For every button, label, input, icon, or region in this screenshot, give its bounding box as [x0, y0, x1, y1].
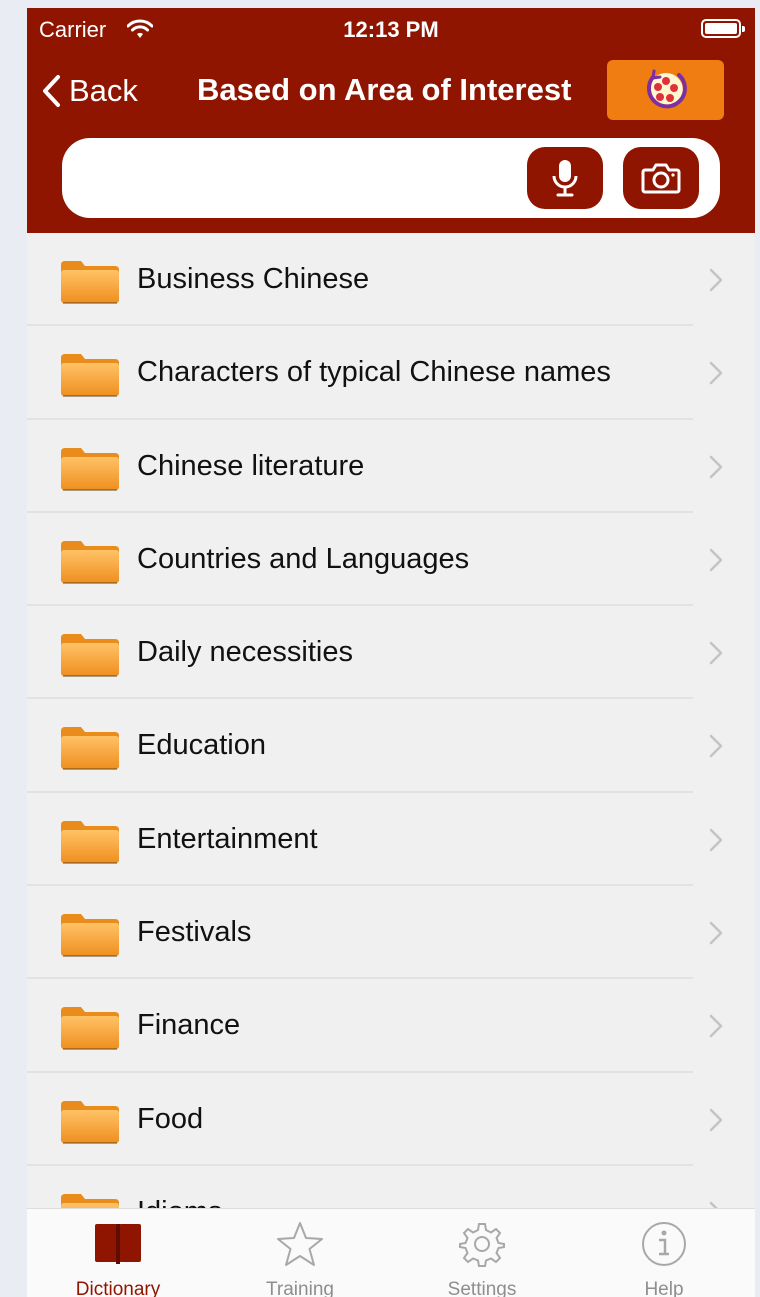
list-item-label: Festivals	[137, 916, 252, 949]
chevron-right-icon	[709, 734, 723, 758]
chevron-right-icon	[709, 828, 723, 852]
list-item-label: Characters of typical Chinese names	[137, 356, 611, 389]
voice-search-button[interactable]	[527, 147, 603, 209]
chevron-right-icon	[709, 1014, 723, 1038]
folder-icon	[59, 723, 121, 771]
list-item-label: Education	[137, 729, 266, 762]
camera-icon	[641, 163, 681, 194]
status-time: 12:13 PM	[343, 17, 439, 42]
back-label: Back	[69, 73, 138, 108]
list-item[interactable]: Education	[27, 699, 755, 794]
tab-training[interactable]: Training	[209, 1209, 391, 1297]
tab-dictionary[interactable]: Dictionary	[27, 1209, 209, 1297]
book-icon	[88, 1219, 148, 1269]
chevron-right-icon	[709, 548, 723, 572]
back-button[interactable]: Back	[41, 70, 138, 112]
list-item[interactable]: Characters of typical Chinese names	[27, 326, 755, 420]
list-item[interactable]: Festivals	[27, 886, 755, 980]
list-item-label: Food	[137, 1102, 204, 1135]
list-item-label: Entertainment	[137, 822, 318, 855]
category-list: Business Chinese Characters of typical Ch…	[27, 233, 755, 1208]
folder-icon	[59, 444, 121, 492]
chevron-right-icon	[709, 1201, 723, 1208]
tab-bar: Dictionary Training Settings Help	[27, 1208, 755, 1297]
list-item-label: Finance	[137, 1009, 241, 1042]
tab-label: Training	[266, 1279, 334, 1297]
list-item[interactable]: Chinese literature	[27, 420, 755, 514]
list-item[interactable]: Countries and Languages	[27, 513, 755, 607]
chevron-right-icon	[709, 921, 723, 945]
search-bar	[62, 138, 720, 218]
chevron-right-icon	[709, 1108, 723, 1132]
folder-icon	[59, 537, 121, 585]
tab-label: Settings	[447, 1279, 517, 1297]
folder-icon	[59, 1190, 121, 1208]
gear-icon	[452, 1219, 512, 1269]
chevron-right-icon	[709, 268, 723, 292]
folder-icon	[59, 1003, 121, 1051]
film-reel-icon	[646, 69, 687, 109]
info-icon	[634, 1219, 694, 1269]
list-item[interactable]: Finance	[27, 979, 755, 1073]
list-item[interactable]: Food	[27, 1073, 755, 1167]
chevron-right-icon	[709, 641, 723, 665]
list-item-label: Countries and Languages	[137, 542, 470, 575]
microphone-icon	[552, 160, 578, 197]
folder-icon	[59, 817, 121, 865]
list-item[interactable]: Entertainment	[27, 793, 755, 887]
status-bar: Carrier 12:13 PM	[27, 8, 755, 52]
folder-icon	[59, 1097, 121, 1145]
star-icon	[270, 1219, 330, 1269]
tab-help[interactable]: Help	[573, 1209, 755, 1297]
folder-icon	[59, 257, 121, 305]
chevron-left-icon	[43, 75, 60, 107]
folder-icon	[59, 910, 121, 958]
tab-label: Dictionary	[75, 1279, 161, 1297]
list-item[interactable]: Daily necessities	[27, 606, 755, 700]
header: Carrier 12:13 PM Back Based on Area of I…	[27, 8, 755, 233]
list-item-label: Idioms	[137, 1166, 222, 1208]
chevron-right-icon	[709, 455, 723, 479]
chevron-right-icon	[709, 361, 723, 385]
app-logo-button[interactable]	[607, 60, 724, 120]
folder-icon	[59, 630, 121, 678]
tab-label: Help	[644, 1279, 684, 1297]
phone-screen: Carrier 12:13 PM Back Based on Area of I…	[27, 8, 755, 1297]
folder-icon	[59, 350, 121, 398]
list-item[interactable]: Idioms	[27, 1166, 755, 1208]
camera-search-button[interactable]	[623, 147, 699, 209]
battery-icon	[701, 19, 745, 38]
list-item-label: Business Chinese	[137, 263, 370, 295]
search-input[interactable]	[80, 152, 540, 204]
list-item-label: Daily necessities	[137, 636, 353, 669]
list-item-label: Chinese literature	[137, 449, 365, 482]
page-title: Based on Area of Interest	[197, 72, 572, 107]
tab-settings[interactable]: Settings	[391, 1209, 573, 1297]
list-item[interactable]: Business Chinese	[27, 233, 755, 327]
